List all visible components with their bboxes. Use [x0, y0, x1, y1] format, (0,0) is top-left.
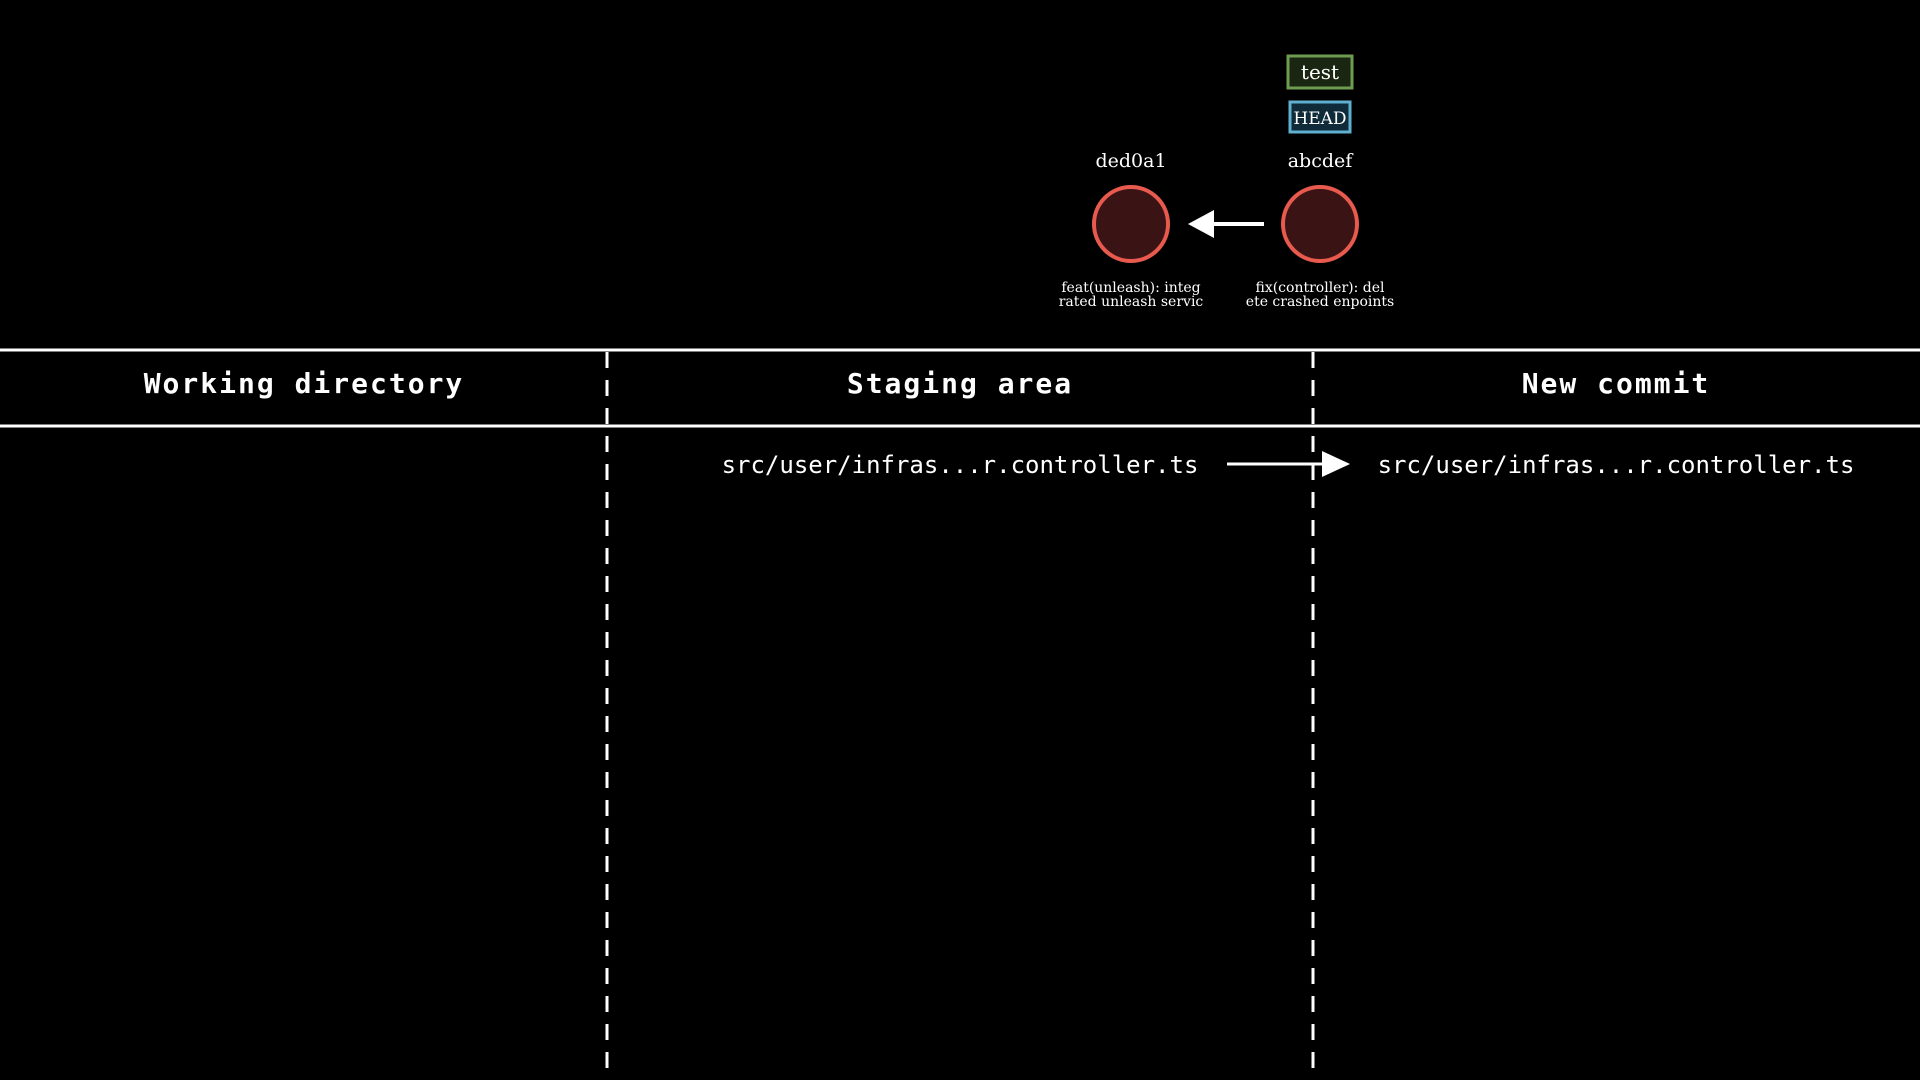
column-header-staging-area: Staging area: [847, 367, 1073, 400]
commit-node-ded0a1: ded0a1 feat(unleash): integ rated unleas…: [1059, 150, 1204, 310]
committed-file-path: src/user/infras...r.controller.ts: [1378, 451, 1855, 479]
column-header-working-directory: Working directory: [144, 367, 465, 400]
head-ref-badge: HEAD: [1288, 100, 1352, 134]
commit-circle: [1092, 185, 1170, 263]
branch-ref-label: test: [1301, 60, 1339, 84]
git-diagram-canvas: test HEAD ded0a1 feat(unleash): integ ra…: [0, 0, 1920, 1080]
parent-arrow: [1188, 210, 1264, 238]
commit-move-arrow: [1227, 451, 1350, 477]
commit-hash: abcdef: [1288, 150, 1355, 172]
commit-node-abcdef: abcdef fix(controller): del ete crashed …: [1246, 150, 1394, 310]
column-header-new-commit: New commit: [1522, 367, 1711, 400]
commit-hash: ded0a1: [1095, 150, 1166, 172]
commit-message-line2: rated unleash servic: [1059, 294, 1204, 310]
parent-arrow-head: [1188, 210, 1214, 238]
git-diagram: test HEAD ded0a1 feat(unleash): integ ra…: [0, 54, 1920, 1080]
commit-move-arrow-head: [1322, 451, 1350, 477]
head-ref-label: HEAD: [1293, 109, 1346, 129]
commit-message-line2: ete crashed enpoints: [1246, 294, 1394, 310]
branch-ref-badge: test: [1286, 54, 1354, 90]
commit-circle: [1281, 185, 1359, 263]
staged-file-path: src/user/infras...r.controller.ts: [722, 451, 1199, 479]
